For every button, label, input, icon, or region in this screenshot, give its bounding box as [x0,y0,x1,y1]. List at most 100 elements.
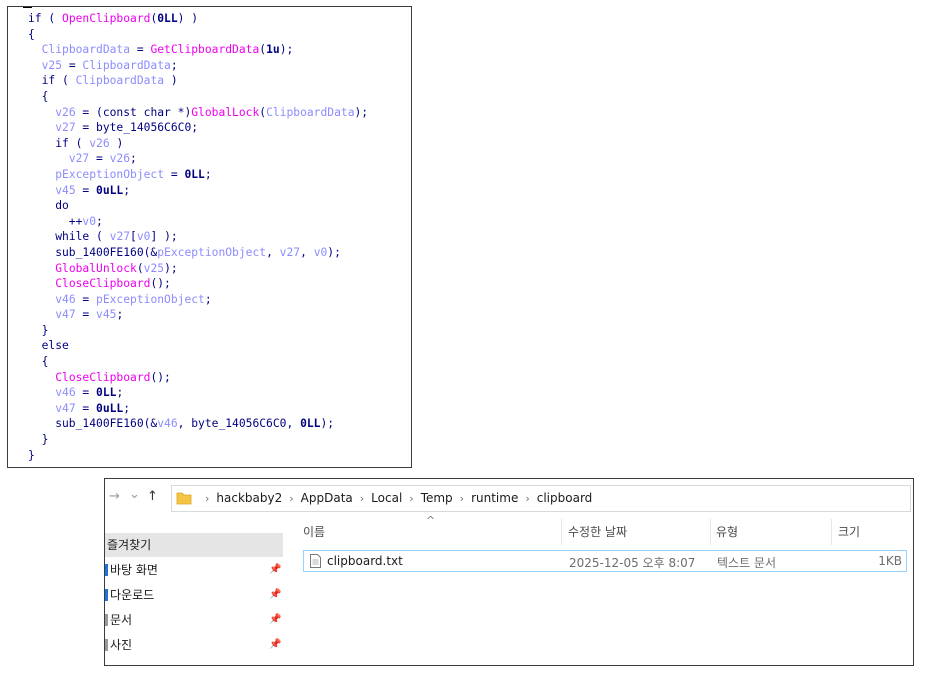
code-token: sub_1400FE160(& [28,245,158,259]
code-line[interactable]: v27 = byte_14056C6C0; [28,120,368,136]
code-line[interactable]: v47 = 0uLL; [28,401,368,417]
code-token: pExceptionObject [96,292,205,306]
sidebar-item-label: 다운로드 [110,588,155,602]
code-line[interactable]: { [28,89,368,105]
code-line[interactable]: else [28,338,368,354]
sidebar-item[interactable]: 바탕 화면 📌 [105,558,287,582]
pseudocode-panel: if ( OpenClipboard(0LL) ){ ClipboardData… [7,6,412,468]
code-line[interactable]: GlobalUnlock(v25); [28,261,368,277]
breadcrumb-separator-icon[interactable]: › [289,492,293,505]
pin-icon[interactable]: 📌 [269,633,281,657]
code-token: = [89,152,110,166]
code-token: ); [320,417,335,431]
code-line[interactable]: if ( v26 ) [28,136,368,152]
quick-access-header[interactable]: 즐겨찾기 [105,533,283,557]
code-line[interactable]: while ( v27[v0] ); [28,229,368,245]
breadcrumb-item[interactable]: runtime [471,491,518,505]
breadcrumb-separator-icon[interactable]: › [460,492,464,505]
breadcrumb-separator-icon[interactable]: › [360,492,364,505]
column-header-modified[interactable]: 수정한 날짜 [568,523,627,540]
file-explorer-window: → ⌄ ↑ › hackbaby2 › AppData › Local › Temp › runt… [104,478,914,666]
breadcrumb-item[interactable]: clipboard [537,491,593,505]
code-token: } [28,433,49,447]
column-divider[interactable] [831,519,832,545]
file-size: 1KB [878,554,902,568]
breadcrumb-item[interactable]: hackbaby2 [216,491,282,505]
breadcrumb-separator-icon[interactable]: › [525,492,529,505]
code-line[interactable]: } [28,432,368,448]
breadcrumb-item[interactable]: Local [371,491,402,505]
code-line[interactable]: v26 = (const char *)GlobalLock(Clipboard… [28,105,368,121]
code-token: 1u [266,43,280,57]
column-header-size[interactable]: 크기 [838,523,860,540]
code-line[interactable]: { [28,27,368,43]
code-token: ) ) [177,12,199,25]
code-token: [ [130,230,137,244]
quick-access-label: 즐겨찾기 [107,538,152,552]
up-arrow-icon[interactable]: ↑ [147,489,158,504]
code-line[interactable]: } [28,323,368,339]
column-divider[interactable] [561,519,562,545]
breadcrumb-item[interactable]: Temp [421,491,453,505]
breadcrumb-separator-icon[interactable]: › [409,492,413,505]
column-header-type[interactable]: 유형 [716,523,738,540]
address-bar[interactable]: › hackbaby2 › AppData › Local › Temp › runtime › cl… [171,485,911,512]
code-token: 0LL [300,417,321,431]
breadcrumb: › hackbaby2 › AppData › Local › Temp › runtime › cl… [198,491,592,505]
pin-icon[interactable]: 📌 [269,608,281,632]
sidebar-item[interactable]: 문서 📌 [105,608,287,632]
code-token: (); [150,370,171,384]
code-token: v46 [55,292,76,306]
code-line[interactable]: v46 = 0LL; [28,385,368,401]
code-line[interactable]: ++v0; [28,214,368,230]
code-token: OpenClipboard [62,12,151,25]
code-line[interactable]: CloseClipboard(); [28,276,368,292]
code-line[interactable]: v47 = v45; [28,307,368,323]
code-token: ); [164,261,178,275]
code-token: v26 [109,152,131,166]
code-token: ; [123,401,131,415]
back-arrow-icon[interactable]: → [109,489,120,504]
code-line[interactable]: sub_1400FE160(&v46, byte_14056C6C0, 0LL)… [28,416,368,432]
code-line[interactable]: v45 = 0uLL; [28,183,368,199]
pin-icon[interactable]: 📌 [269,558,281,582]
navigation-pane: 즐겨찾기 바탕 화면 📌 다운로드 📌 문서 📌 사진 📌 [105,515,287,665]
code-token: while ( [55,230,110,244]
file-modified: 2025-12-05 오후 8:07 [569,556,696,570]
code-line[interactable]: } [28,448,368,464]
sidebar-item[interactable]: 사진 📌 [105,633,287,657]
code-token: 0LL [184,167,205,181]
code-token: = [75,292,97,306]
code-line[interactable]: v25 = ClipboardData; [28,58,368,74]
breadcrumb-separator-icon[interactable]: › [205,492,209,505]
code-line[interactable]: pExceptionObject = 0LL; [28,167,368,183]
recent-locations-dropdown-icon[interactable]: ⌄ [129,487,140,502]
column-divider[interactable] [710,519,711,545]
code-token: ; [204,292,212,306]
sort-ascending-icon: ^ [426,514,436,527]
file-row[interactable]: clipboard.txt 2025-12-05 오후 8:07 텍스트 문서 … [303,550,907,572]
code-line[interactable]: { [28,354,368,370]
code-line[interactable]: if ( OpenClipboard(0LL) ) [28,11,368,27]
code-line[interactable]: do [28,198,368,214]
breadcrumb-item[interactable]: AppData [301,491,353,505]
code-token: v27 [68,152,90,166]
code-token: } [28,448,35,462]
pin-icon[interactable]: 📌 [269,583,281,607]
code-line[interactable]: if ( ClipboardData ) [28,73,368,89]
code-line[interactable]: sub_1400FE160(&pExceptionObject, v27, v0… [28,245,368,261]
code-token: (); [150,277,171,291]
code-line[interactable]: v46 = pExceptionObject; [28,292,368,308]
sidebar-item-label: 바탕 화면 [110,563,158,577]
code-line[interactable]: v27 = v26; [28,151,368,167]
code-token: , [266,245,280,259]
code-line[interactable]: CloseClipboard(); [28,370,368,386]
code-lines: if ( OpenClipboard(0LL) ){ ClipboardData… [28,11,368,463]
column-header-name[interactable]: 이름 [303,523,325,540]
code-line[interactable]: ClipboardData = GetClipboardData(1u); [28,42,368,58]
sidebar-item[interactable]: 다운로드 📌 [105,583,287,607]
code-token: ++ [28,214,83,228]
